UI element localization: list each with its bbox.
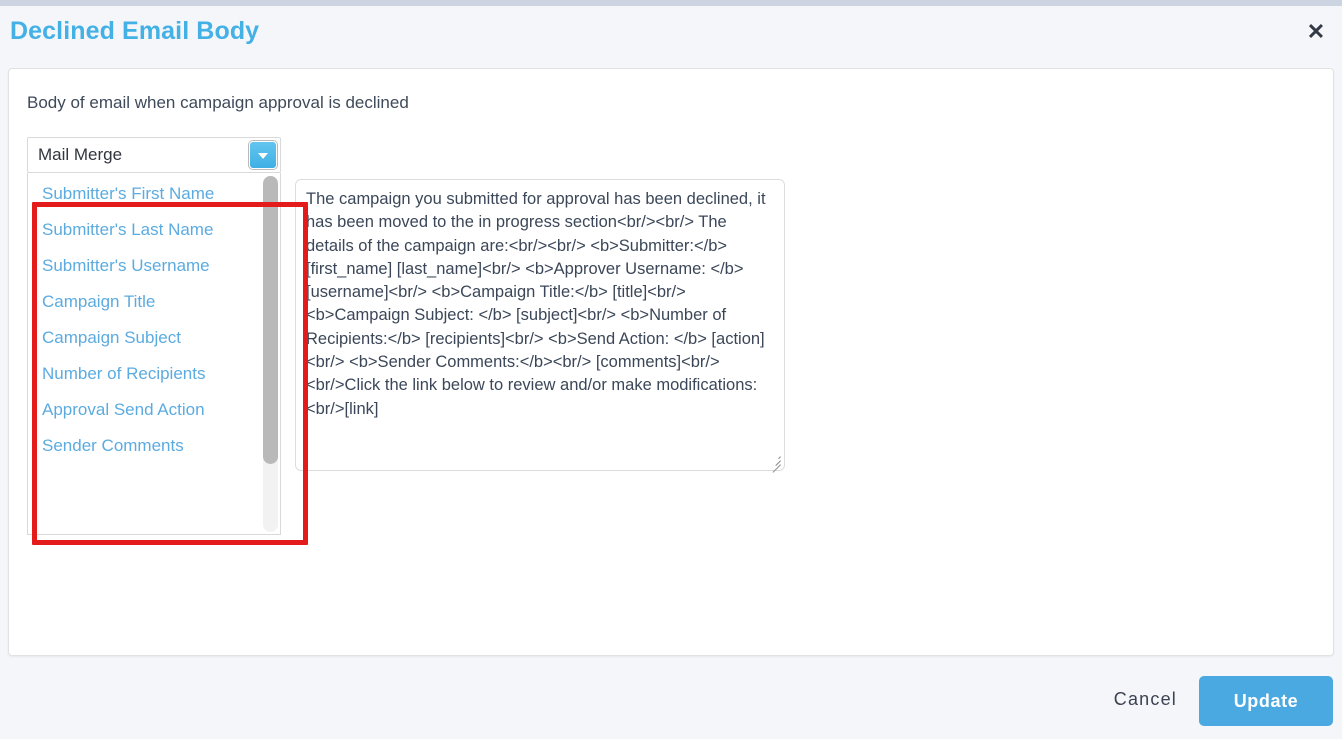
list-item[interactable]: Submitter's Username	[42, 256, 210, 276]
chevron-down-icon[interactable]	[249, 141, 277, 169]
dropdown-scrollbar-thumb[interactable]	[263, 176, 278, 464]
declined-email-body-modal: Declined Email Body ✕ Body of email when…	[0, 0, 1342, 739]
mail-merge-option-list[interactable]: Submitter's First Name Submitter's Last …	[27, 173, 281, 535]
list-item[interactable]: Number of Recipients	[42, 364, 205, 384]
modal-footer: Cancel Update	[0, 660, 1342, 739]
mail-merge-select[interactable]: Mail Merge	[27, 137, 281, 173]
cancel-button[interactable]: Cancel	[1108, 688, 1183, 711]
mail-merge-selected-label: Mail Merge	[38, 145, 123, 164]
textarea-resize-handle[interactable]	[767, 453, 781, 473]
modal-body-panel: Body of email when campaign approval is …	[8, 68, 1334, 656]
update-button[interactable]: Update	[1199, 676, 1333, 726]
modal-header: Declined Email Body ✕	[0, 6, 1342, 58]
list-item[interactable]: Sender Comments	[42, 436, 184, 456]
close-icon[interactable]: ✕	[1302, 18, 1330, 46]
list-item[interactable]: Approval Send Action	[42, 400, 205, 420]
page-title: Declined Email Body	[10, 17, 260, 45]
list-item[interactable]: Campaign Title	[42, 292, 155, 312]
list-item[interactable]: Submitter's Last Name	[42, 220, 213, 240]
field-label: Body of email when campaign approval is …	[27, 93, 409, 112]
list-item[interactable]: Campaign Subject	[42, 328, 181, 348]
email-body-textarea[interactable]: The campaign you submitted for approval …	[295, 179, 785, 471]
list-item[interactable]: Submitter's First Name	[42, 184, 214, 204]
